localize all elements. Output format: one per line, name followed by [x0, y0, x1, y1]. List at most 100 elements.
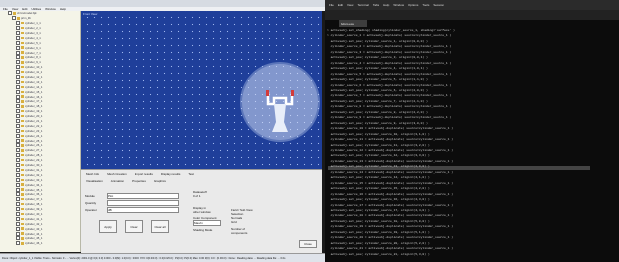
panel-tabs: Mesh Info Mesh Creation Import results D…: [81, 170, 322, 177]
term-menu-8[interactable]: Tools: [422, 3, 429, 7]
range-value: 0 of 1: [193, 194, 201, 198]
checkbox-icon[interactable]: [16, 182, 20, 187]
subtab-visualisation[interactable]: Visualisation: [84, 179, 105, 183]
checkbox-icon[interactable]: [16, 207, 20, 212]
checkbox-icon[interactable]: [16, 167, 20, 172]
checkbox-icon[interactable]: [16, 84, 20, 89]
checkbox-icon[interactable]: [16, 89, 20, 94]
checkbox-icon[interactable]: [16, 177, 20, 182]
tab-test[interactable]: Test: [186, 172, 196, 176]
term-menu-9[interactable]: Session: [433, 3, 444, 7]
apply-button[interactable]: Apply: [99, 220, 117, 233]
checkbox-icon[interactable]: [16, 31, 20, 35]
tree-item-label: cylinder_13_1: [25, 79, 43, 84]
term-menu-5[interactable]: Help: [383, 3, 389, 7]
tab-import-results[interactable]: Import results: [133, 172, 155, 176]
checkbox-icon[interactable]: [16, 221, 20, 226]
term-menu-7[interactable]: Options: [408, 3, 418, 7]
object-tree[interactable]: d:/rcs/model.bjk prim_lib cylinder_1_1 cy…: [0, 11, 81, 252]
checkbox-icon[interactable]: [16, 172, 20, 177]
tree-item-label: cylinder_11_1: [25, 70, 43, 75]
term-menu-1[interactable]: Edit: [338, 3, 343, 7]
checkbox-icon[interactable]: [16, 231, 20, 236]
term-menu-0[interactable]: File: [329, 3, 334, 7]
checkbox-icon[interactable]: [16, 211, 20, 216]
tab-display-results[interactable]: Display results: [159, 172, 183, 176]
expand-icon[interactable]: [12, 16, 16, 21]
term-menu-4[interactable]: Tabs: [373, 3, 379, 7]
tab-mesh-info[interactable]: Mesh Info: [84, 172, 101, 176]
checkbox-icon[interactable]: [16, 226, 20, 231]
checkbox-icon[interactable]: [16, 65, 20, 70]
checkbox-icon[interactable]: [16, 216, 20, 221]
checkbox-icon[interactable]: [16, 236, 20, 241]
clear-button[interactable]: Clear: [125, 220, 143, 233]
close-button[interactable]: Close: [299, 240, 317, 248]
tree-item[interactable]: cylinder_46_1: [0, 241, 80, 246]
term-menu-3[interactable]: Terminal: [357, 3, 368, 7]
tree-item-label: cylinder_7_1: [25, 50, 41, 55]
field-quantity-label: Quantity: [85, 200, 97, 205]
tab-mesh-creation[interactable]: Mesh Creation: [105, 172, 129, 176]
checkbox-icon[interactable]: [16, 26, 20, 31]
checkbox-icon[interactable]: [16, 45, 20, 50]
checkbox-icon[interactable]: [16, 99, 20, 104]
checkbox-icon[interactable]: [16, 241, 20, 246]
checkbox-icon[interactable]: [16, 60, 20, 65]
grid-option[interactable]: Grid: [231, 220, 319, 224]
tree-item-label: cylinder_30_1: [25, 163, 43, 168]
checkbox-icon[interactable]: [16, 79, 20, 84]
subtab-animation[interactable]: Animation: [109, 179, 126, 183]
field-operator-label: Operator: [85, 207, 97, 212]
terminal-tab[interactable]: bdsm.exe: [339, 20, 367, 27]
checkbox-icon[interactable]: [16, 163, 20, 168]
color-select[interactable]: Max/m: [193, 220, 221, 226]
checkbox-icon[interactable]: [16, 94, 20, 99]
checkbox-icon[interactable]: [16, 133, 20, 138]
orientation-gizmo-icon[interactable]: [240, 62, 320, 142]
subtab-properties[interactable]: Properties: [130, 179, 148, 183]
checkbox-icon[interactable]: [16, 143, 20, 148]
checkbox-icon[interactable]: [16, 70, 20, 75]
terminal-output[interactable]: > activeobj.set_shading( shading(cylinde…: [327, 28, 617, 260]
module-select[interactable]: Plot: [107, 192, 179, 199]
checkbox-icon[interactable]: [16, 119, 20, 124]
operator-select[interactable]: dB: [107, 206, 179, 213]
checkbox-icon[interactable]: [16, 197, 20, 202]
checkbox-icon[interactable]: [16, 192, 20, 197]
checkbox-icon[interactable]: [16, 138, 20, 143]
terminal-window[interactable]: File Edit View Terminal Tabs Help Window…: [325, 0, 619, 262]
checkbox-icon[interactable]: [16, 187, 20, 192]
object-icon: [21, 242, 24, 245]
checkbox-icon[interactable]: [16, 114, 20, 119]
tree-item-label: cylinder_20_1: [25, 114, 43, 119]
checkbox-icon[interactable]: [16, 153, 20, 158]
quantity-select[interactable]: [107, 199, 179, 206]
field-quantity: Quantity: [85, 199, 185, 206]
expand-icon[interactable]: [8, 11, 12, 16]
object-icon: [21, 36, 24, 40]
checkbox-icon[interactable]: [16, 40, 20, 45]
checkbox-icon[interactable]: [16, 158, 20, 163]
object-icon: [21, 26, 24, 30]
checkbox-icon[interactable]: [16, 123, 20, 128]
checkbox-icon[interactable]: [16, 202, 20, 207]
object-icon: [21, 207, 24, 211]
subtab-graphics[interactable]: Graphics: [152, 179, 168, 183]
checkbox-icon[interactable]: [16, 75, 20, 80]
term-menu-6[interactable]: Window: [393, 3, 404, 7]
checkbox-icon[interactable]: [16, 21, 20, 26]
checkbox-icon[interactable]: [16, 104, 20, 109]
checkbox-icon[interactable]: [16, 55, 20, 60]
tree-item-label: cylinder_24_1: [25, 133, 43, 138]
clear-all-button[interactable]: Clear all: [151, 220, 169, 233]
checkbox-icon[interactable]: [16, 35, 20, 40]
checkbox-icon[interactable]: [16, 109, 20, 114]
term-menu-2[interactable]: View: [347, 3, 353, 7]
checkbox-icon[interactable]: [16, 128, 20, 133]
tree-item-label: cylinder_29_1: [25, 158, 43, 163]
app-titlebar: [0, 0, 325, 7]
checkbox-icon[interactable]: [16, 148, 20, 153]
checkbox-icon[interactable]: [16, 50, 20, 55]
display-sub: other window: [193, 210, 211, 214]
